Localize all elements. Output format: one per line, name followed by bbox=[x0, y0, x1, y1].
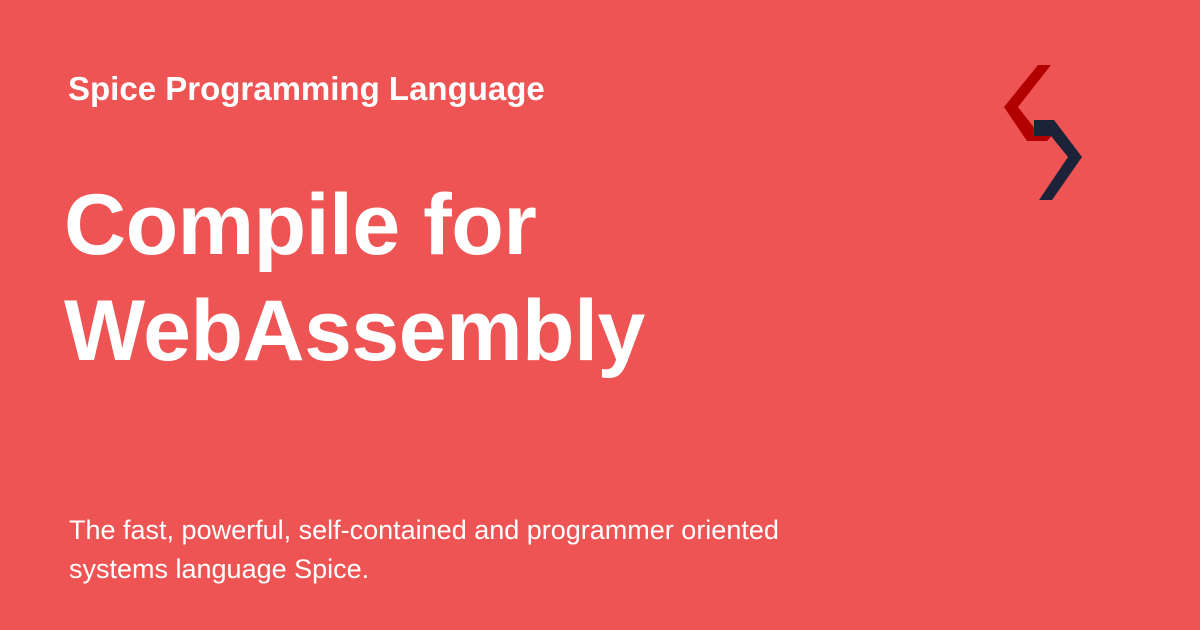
page-title-line-2: WebAssembly bbox=[64, 283, 645, 379]
spice-logo-svg bbox=[1004, 65, 1082, 200]
spice-logo-icon bbox=[998, 58, 1094, 204]
page-title-line-1: Compile for bbox=[64, 177, 537, 273]
site-name: Spice Programming Language bbox=[68, 70, 545, 107]
logo-lower-chevron bbox=[1034, 120, 1082, 200]
page-title: Compile for WebAssembly bbox=[64, 172, 824, 384]
page-description: The fast, powerful, self-contained and p… bbox=[69, 515, 779, 584]
social-preview-card: Spice Programming Language Compile for W… bbox=[0, 0, 1200, 630]
